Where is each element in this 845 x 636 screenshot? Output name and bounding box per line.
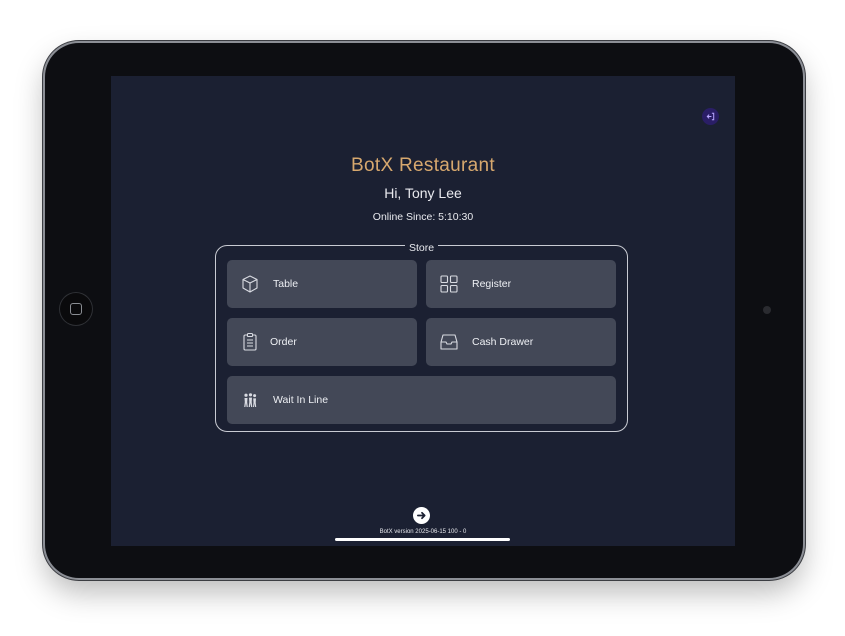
arrow-right-circle-icon — [417, 511, 426, 520]
app-screen: BotX Restaurant Hi, Tony Lee Online Sinc… — [111, 76, 735, 546]
online-status: Online Since: 5:10:30 — [111, 211, 735, 223]
store-label: Store — [404, 242, 439, 254]
wait-in-line-label: Wait In Line — [273, 394, 329, 406]
inbox-tray-icon — [438, 331, 460, 353]
front-camera — [763, 306, 771, 314]
register-button[interactable]: Register — [426, 260, 616, 308]
cube-icon — [239, 273, 261, 295]
table-label: Table — [273, 278, 299, 290]
home-indicator[interactable] — [335, 538, 510, 541]
order-label: Order — [270, 336, 297, 348]
online-label: Online Since: — [372, 211, 436, 223]
table-button[interactable]: Table — [227, 260, 417, 308]
clipboard-icon — [239, 331, 261, 353]
order-button[interactable]: Order — [227, 318, 417, 366]
user-greeting: Hi, Tony Lee — [384, 185, 462, 201]
people-queue-icon — [239, 389, 261, 411]
home-button[interactable] — [59, 292, 93, 326]
tablet-frame: BotX Restaurant Hi, Tony Lee Online Sinc… — [45, 43, 803, 578]
restaurant-title: BotX Restaurant — [351, 155, 495, 176]
next-button[interactable] — [413, 507, 430, 524]
version-text: BotX version 2025-06-15 100 - 0 — [379, 529, 467, 535]
store-panel: Store Table Register Order Cash Drawer W… — [215, 242, 628, 432]
cash-drawer-button[interactable]: Cash Drawer — [426, 318, 616, 366]
logout-button[interactable] — [702, 108, 719, 125]
cash-drawer-label: Cash Drawer — [472, 336, 534, 348]
register-label: Register — [472, 278, 512, 290]
online-time: 5:10:30 — [438, 211, 474, 223]
wait-in-line-button[interactable]: Wait In Line — [227, 376, 616, 424]
grid-icon — [438, 273, 460, 295]
logout-icon — [706, 112, 715, 121]
